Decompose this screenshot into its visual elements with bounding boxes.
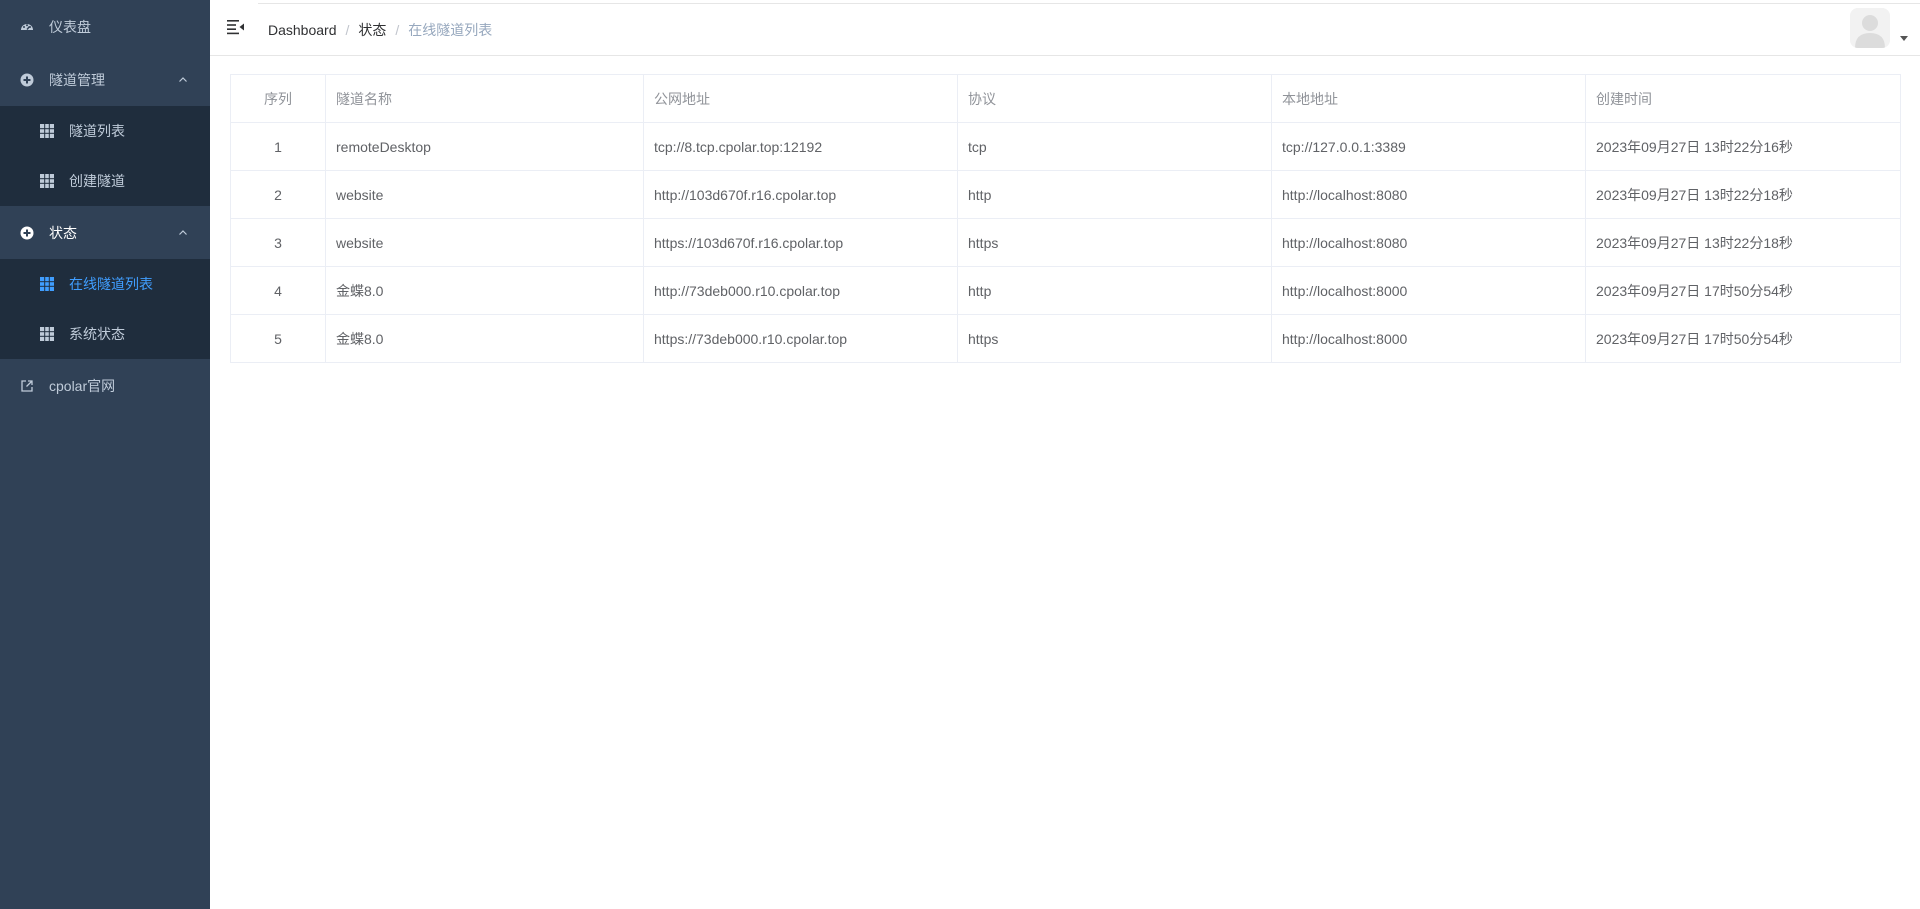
sidebar-item-label: cpolar官网 [49, 377, 116, 394]
cell-name: website [325, 218, 644, 267]
cell-protocol: https [957, 218, 1272, 267]
cell-local-address: http://localhost:8080 [1271, 218, 1586, 267]
cell-name: 金蝶8.0 [325, 314, 644, 363]
cell-protocol: http [957, 266, 1272, 315]
dashboard-icon [20, 20, 34, 34]
column-header-name: 隧道名称 [325, 74, 644, 123]
cell-index: 3 [230, 218, 326, 267]
cell-created: 2023年09月27日 13时22分18秒 [1585, 218, 1901, 267]
chevron-up-icon [179, 76, 187, 82]
breadcrumb: Dashboard / 状态 / 在线隧道列表 [268, 20, 492, 40]
cell-created: 2023年09月27日 17时50分54秒 [1585, 266, 1901, 315]
plus-circle-icon [20, 73, 34, 87]
cell-public-url: http://103d670f.r16.cpolar.top [643, 170, 958, 219]
sidebar-item-label: 在线隧道列表 [69, 276, 153, 292]
table-row: 3 website https://103d670f.r16.cpolar.to… [230, 218, 1901, 267]
breadcrumb-item-dashboard[interactable]: Dashboard [268, 22, 337, 38]
breadcrumb-separator: / [395, 22, 400, 38]
sidebar-item-label: 仪表盘 [49, 18, 91, 35]
column-header-created: 创建时间 [1585, 74, 1901, 123]
table-row: 2 website http://103d670f.r16.cpolar.top… [230, 170, 1901, 219]
sidebar-item-status[interactable]: 状态 [0, 206, 210, 259]
cell-protocol: https [957, 314, 1272, 363]
grid-icon [40, 277, 54, 291]
table-header-row: 序列 隧道名称 公网地址 协议 本地地址 创建时间 [230, 74, 1901, 123]
caret-down-icon[interactable] [1900, 36, 1908, 41]
sidebar-item-tunnel-list[interactable]: 隧道列表 [0, 106, 210, 156]
cell-protocol: http [957, 170, 1272, 219]
cell-name: 金蝶8.0 [325, 266, 644, 315]
cell-public-url: https://103d670f.r16.cpolar.top [643, 218, 958, 267]
sidebar: 仪表盘 隧道管理 隧道列表 创建隧道 状态 在线隧道列表 系统状态 cpolar… [0, 0, 210, 909]
cell-created: 2023年09月27日 13时22分16秒 [1585, 122, 1901, 171]
cell-index: 1 [230, 122, 326, 171]
sidebar-item-label: 系统状态 [69, 326, 125, 342]
cell-created: 2023年09月27日 17时50分54秒 [1585, 314, 1901, 363]
grid-icon [40, 327, 54, 341]
column-header-public-url: 公网地址 [643, 74, 958, 123]
table-row: 5 金蝶8.0 https://73deb000.r10.cpolar.top … [230, 314, 1901, 363]
cell-local-address: http://localhost:8000 [1271, 266, 1586, 315]
sidebar-item-online-tunnel-list[interactable]: 在线隧道列表 [0, 259, 210, 309]
cell-local-address: http://localhost:8000 [1271, 314, 1586, 363]
table-row: 4 金蝶8.0 http://73deb000.r10.cpolar.top h… [230, 266, 1901, 315]
cell-local-address: tcp://127.0.0.1:3389 [1271, 122, 1586, 171]
cell-protocol: tcp [957, 122, 1272, 171]
plus-circle-icon [20, 226, 34, 240]
cell-index: 5 [230, 314, 326, 363]
sidebar-item-tunnel-management[interactable]: 隧道管理 [0, 53, 210, 106]
sidebar-item-cpolar-website[interactable]: cpolar官网 [0, 359, 210, 412]
online-tunnel-table: 序列 隧道名称 公网地址 协议 本地地址 创建时间 1 remoteDeskto… [230, 74, 1901, 363]
external-link-icon [20, 379, 34, 393]
table-row: 1 remoteDesktop tcp://8.tcp.cpolar.top:1… [230, 122, 1901, 171]
grid-icon [40, 174, 54, 188]
navbar: Dashboard / 状态 / 在线隧道列表 [210, 0, 1920, 56]
chevron-up-icon [179, 229, 187, 235]
hamburger-icon[interactable] [227, 19, 245, 35]
sidebar-item-dashboard[interactable]: 仪表盘 [0, 0, 210, 53]
cell-index: 4 [230, 266, 326, 315]
column-header-index: 序列 [230, 74, 326, 123]
cell-public-url: tcp://8.tcp.cpolar.top:12192 [643, 122, 958, 171]
column-header-protocol: 协议 [957, 74, 1272, 123]
avatar[interactable] [1850, 8, 1890, 48]
cell-name: remoteDesktop [325, 122, 644, 171]
breadcrumb-separator: / [345, 22, 350, 38]
sidebar-item-label: 状态 [49, 224, 77, 241]
user-icon [1850, 8, 1890, 48]
cell-index: 2 [230, 170, 326, 219]
cell-public-url: http://73deb000.r10.cpolar.top [643, 266, 958, 315]
cell-name: website [325, 170, 644, 219]
breadcrumb-item-status: 状态 [358, 22, 387, 38]
cell-created: 2023年09月27日 13时22分18秒 [1585, 170, 1901, 219]
cell-public-url: https://73deb000.r10.cpolar.top [643, 314, 958, 363]
sidebar-item-system-status[interactable]: 系统状态 [0, 309, 210, 359]
sidebar-item-label: 隧道列表 [69, 123, 125, 139]
grid-icon [40, 124, 54, 138]
sidebar-item-label: 创建隧道 [69, 173, 125, 189]
breadcrumb-item-current: 在线隧道列表 [408, 22, 493, 38]
sidebar-item-label: 隧道管理 [49, 71, 105, 88]
column-header-local-address: 本地地址 [1271, 74, 1586, 123]
sidebar-item-create-tunnel[interactable]: 创建隧道 [0, 156, 210, 206]
cell-local-address: http://localhost:8080 [1271, 170, 1586, 219]
